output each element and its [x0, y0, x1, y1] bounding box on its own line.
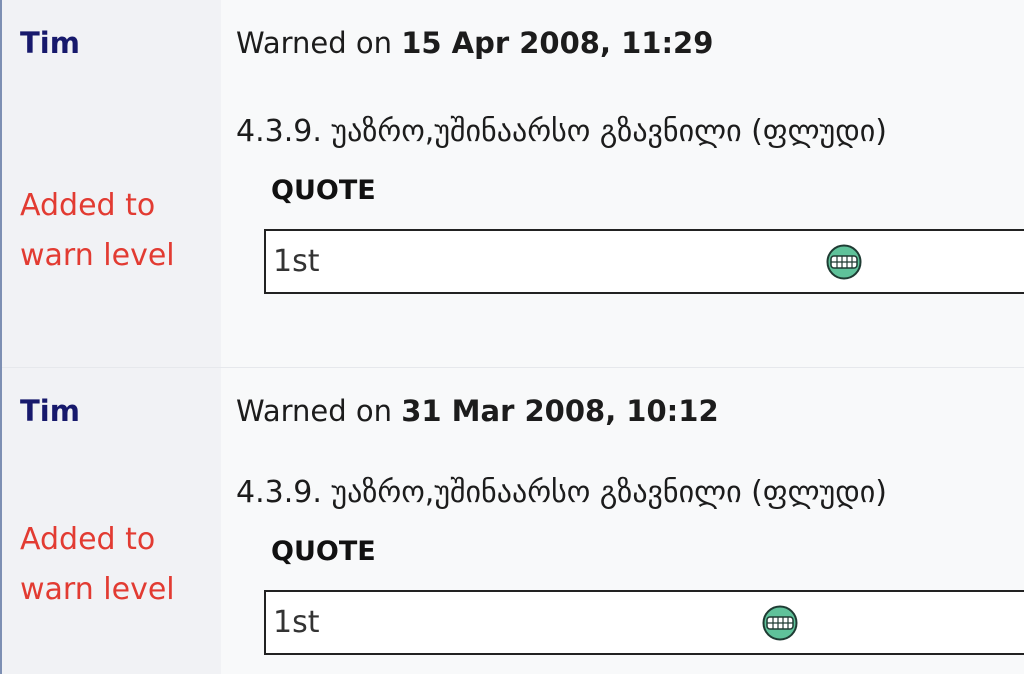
- rule-text: 4.3.9. უაზრო,უშინაარსო გზავნილი (ფლუდი): [236, 114, 887, 149]
- warned-date-cell: Warned on 15 Apr 2008, 11:29: [221, 0, 1024, 87]
- grin-icon: [762, 605, 798, 641]
- action-cell: Added to warn level: [2, 454, 221, 674]
- warned-prefix: Warned on: [236, 394, 402, 428]
- warning-header-row: Tim Warned on 31 Mar 2008, 10:12: [2, 367, 1024, 454]
- action-cell: Added to warn level: [2, 87, 221, 367]
- grin-icon: [826, 244, 862, 280]
- warned-date-cell: Warned on 31 Mar 2008, 10:12: [221, 368, 1024, 454]
- quote-label: QUOTE: [271, 536, 376, 567]
- user-cell: Tim: [2, 0, 221, 87]
- rule-text: 4.3.9. უაზრო,უშინაარსო გზავნილი (ფლუდი): [236, 475, 887, 510]
- action-label: Added to warn level: [20, 188, 175, 273]
- warned-prefix: Warned on: [236, 26, 402, 60]
- quote-box: 1st: [264, 590, 1024, 655]
- warning-body-row: Added to warn level 4.3.9. უაზრო,უშინაარს…: [2, 454, 1024, 674]
- warned-date-line: Warned on 15 Apr 2008, 11:29: [236, 26, 713, 60]
- warned-date: 31 Mar 2008, 10:12: [401, 394, 719, 428]
- reason-cell: 4.3.9. უაზრო,უშინაარსო გზავნილი (ფლუდი) …: [221, 454, 1024, 674]
- user-link[interactable]: Tim: [20, 394, 80, 428]
- warning-body-row: Added to warn level 4.3.9. უაზრო,უშინაარს…: [2, 87, 1024, 367]
- quote-box: 1st: [264, 229, 1024, 294]
- action-label: Added to warn level: [20, 522, 175, 607]
- reason-cell: 4.3.9. უაზრო,უშინაარსო გზავნილი (ფლუდი) …: [221, 87, 1024, 367]
- warned-date-line: Warned on 31 Mar 2008, 10:12: [236, 394, 719, 428]
- user-link[interactable]: Tim: [20, 26, 80, 60]
- user-cell: Tim: [2, 368, 221, 454]
- quote-text: 1st: [273, 244, 320, 279]
- quote-label: QUOTE: [271, 175, 376, 206]
- warn-log-page: Tim Warned on 15 Apr 2008, 11:29 Added t…: [0, 0, 1024, 674]
- quote-text: 1st: [273, 605, 320, 640]
- warning-header-row: Tim Warned on 15 Apr 2008, 11:29: [2, 0, 1024, 87]
- warned-date: 15 Apr 2008, 11:29: [401, 26, 714, 60]
